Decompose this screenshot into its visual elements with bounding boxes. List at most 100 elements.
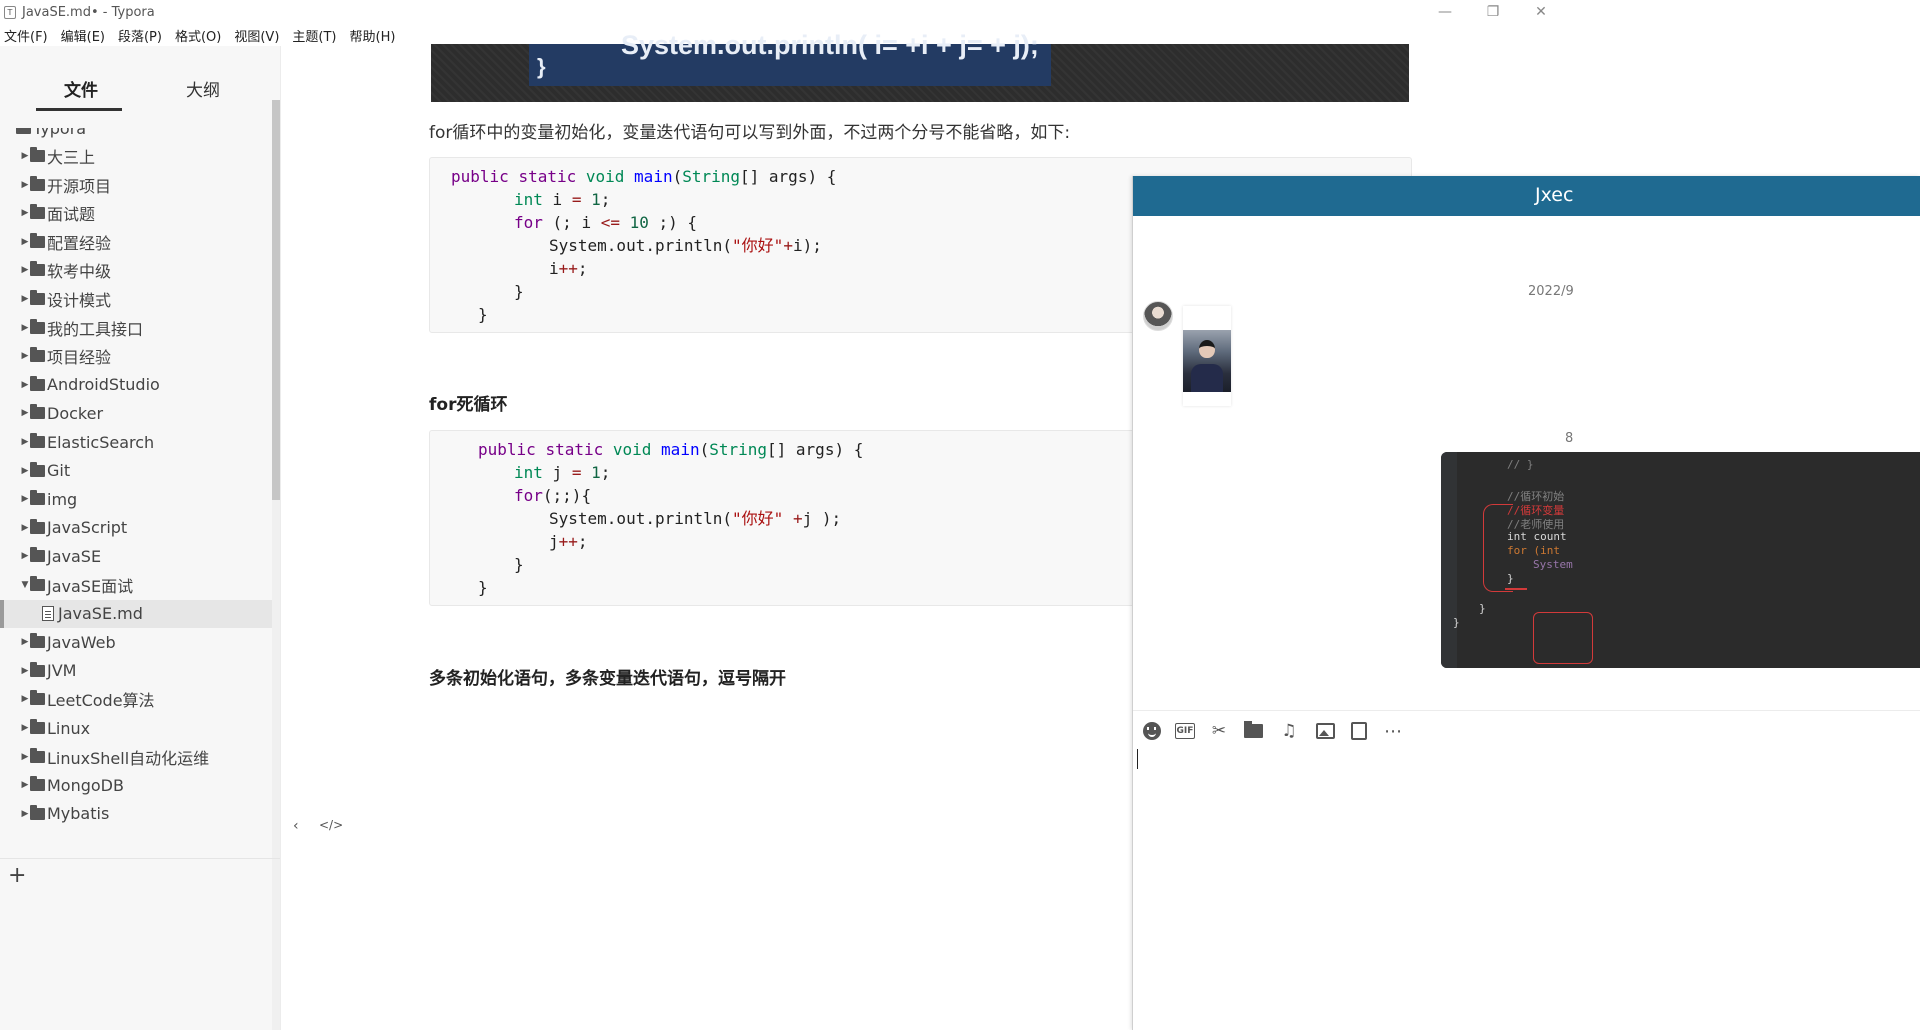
tree-folder-item[interactable]: ▶ Git (0, 457, 272, 485)
tree-folder-item[interactable]: ▶ Linux (0, 714, 272, 742)
tree-folder-item[interactable]: ▶ MongoDB (0, 771, 272, 799)
annotation-arrow (1505, 588, 1527, 590)
tree-folder-item[interactable]: ▶ 面试题 (0, 199, 272, 227)
tree-item-label: ElasticSearch (47, 432, 155, 452)
code-screenshot-line: } (1479, 602, 1486, 615)
menu-theme[interactable]: 主题(T) (292, 26, 336, 45)
video-icon[interactable] (1348, 720, 1370, 742)
tree-folder-item[interactable]: ▶ Mybatis (0, 800, 272, 828)
tree-folder-item[interactable]: ▶ LeetCode算法 (0, 685, 272, 713)
minimize-button[interactable]: — (1422, 0, 1468, 24)
tree-folder-item[interactable]: ▶ 开源项目 (0, 171, 272, 199)
folder-icon[interactable] (1242, 720, 1264, 742)
image-icon[interactable] (1314, 720, 1336, 742)
caret-right-icon[interactable]: ▶ (20, 694, 30, 704)
code-line: i++; (549, 259, 588, 278)
caret-right-icon[interactable]: ▶ (20, 523, 30, 533)
chevron-left-icon[interactable]: ‹ (293, 818, 299, 834)
code-screenshot-line: int count (1507, 530, 1567, 543)
code-line: public static void main(String[] args) { (478, 440, 864, 459)
caret-right-icon[interactable]: ▶ (20, 551, 30, 561)
restore-button[interactable]: ❐ (1470, 0, 1516, 24)
tree-folder-item[interactable]: ▶ 软考中级 (0, 256, 272, 284)
gif-icon[interactable]: GIF (1174, 720, 1196, 742)
folder-icon (30, 576, 45, 591)
tree-folder-item[interactable]: ▶ JavaSE (0, 542, 272, 570)
more-icon[interactable]: ⋯ (1382, 720, 1404, 742)
tree-folder-item[interactable]: ▶ 我的工具接口 (0, 314, 272, 342)
tree-folder-item[interactable]: ▶ AndroidStudio (0, 371, 272, 399)
caret-right-icon[interactable]: ▶ (20, 294, 30, 304)
folder-icon (30, 261, 45, 277)
folder-icon (16, 128, 31, 134)
menu-view[interactable]: 视图(V) (234, 26, 279, 45)
folder-icon (30, 375, 45, 391)
tree-root[interactable]: Typora (0, 128, 272, 142)
code-icon[interactable]: </> (319, 818, 343, 832)
tree-folder-item[interactable]: ▶ LinuxShell自动化运维 (0, 743, 272, 771)
tree-folder-item[interactable]: ▶ 配置经验 (0, 228, 272, 256)
banner-code-line-2: } (537, 54, 546, 79)
music-icon[interactable]: ♫ (1278, 720, 1300, 742)
menu-paragraph[interactable]: 段落(P) (118, 26, 162, 45)
code-line: } (478, 578, 488, 597)
tree-folder-item[interactable]: ▶ 大三上 (0, 142, 272, 170)
caret-down-icon[interactable]: ▼ (20, 580, 30, 590)
tab-files[interactable]: 文件 (64, 76, 98, 101)
tree-item-label: Docker (47, 403, 104, 423)
code-screenshot-message[interactable]: // } //循环初始 //循环变量 //老师使用 int count for … (1441, 452, 1920, 668)
menu-help[interactable]: 帮助(H) (350, 26, 396, 45)
folder-icon (30, 461, 45, 477)
tree-file-item[interactable]: JavaSE.md (0, 599, 272, 628)
menu-edit[interactable]: 编辑(E) (61, 26, 105, 45)
sidebar-scrollbar-thumb[interactable] (272, 100, 280, 500)
tree-item-label: MongoDB (47, 775, 124, 795)
emoji-icon[interactable] (1141, 720, 1163, 742)
tree-item-label: 配置经验 (47, 233, 112, 253)
tree-folder-item[interactable]: ▶ ElasticSearch (0, 428, 272, 456)
caret-right-icon[interactable]: ▶ (20, 323, 30, 333)
menu-file[interactable]: 文件(F) (4, 26, 48, 45)
tree-folder-item[interactable]: ▶ Docker (0, 399, 272, 427)
folder-icon (30, 747, 45, 763)
tree-folder-item[interactable]: ▼ JavaSE面试 (0, 571, 272, 599)
tree-folder-item[interactable]: ▶ JavaWeb (0, 628, 272, 656)
menu-format[interactable]: 格式(O) (175, 26, 221, 45)
tree-folder-item[interactable]: ▶ 设计模式 (0, 285, 272, 313)
folder-icon (30, 661, 45, 677)
tree-folder-item[interactable]: ▶ img (0, 485, 272, 513)
chat-header[interactable]: Jxec (1133, 176, 1920, 216)
caret-right-icon[interactable]: ▶ (20, 408, 30, 418)
scissors-icon[interactable]: ✂ (1208, 720, 1230, 742)
tree-item-label: Git (47, 461, 71, 481)
tab-outline[interactable]: 大纲 (186, 76, 220, 101)
menu-bar: 文件(F) 编辑(E) 段落(P) 格式(O) 视图(V) 主题(T) 帮助(H… (0, 24, 408, 46)
folder-icon (30, 804, 45, 820)
caret-right-icon[interactable]: ▶ (20, 494, 30, 504)
caret-right-icon[interactable]: ▶ (20, 437, 30, 447)
caret-right-icon[interactable]: ▶ (20, 151, 30, 161)
close-button[interactable]: ✕ (1518, 0, 1564, 24)
caret-right-icon[interactable]: ▶ (20, 637, 30, 647)
caret-right-icon[interactable]: ▶ (20, 180, 30, 190)
caret-right-icon[interactable]: ▶ (20, 666, 30, 676)
caret-right-icon[interactable]: ▶ (20, 780, 30, 790)
tree-folder-item[interactable]: ▶ 项目经验 (0, 342, 272, 370)
caret-right-icon[interactable]: ▶ (20, 723, 30, 733)
tree-folder-item[interactable]: ▶ JVM (0, 657, 272, 685)
caret-right-icon[interactable]: ▶ (20, 237, 30, 247)
chat-input-cursor[interactable] (1137, 749, 1138, 769)
tree-item-label: JavaScript (47, 518, 128, 538)
caret-right-icon[interactable]: ▶ (20, 380, 30, 390)
avatar[interactable] (1143, 301, 1173, 331)
caret-right-icon[interactable]: ▶ (20, 265, 30, 275)
caret-right-icon[interactable]: ▶ (20, 351, 30, 361)
caret-right-icon[interactable]: ▶ (20, 466, 30, 476)
tree-folder-item[interactable]: ▶ JavaScript (0, 514, 272, 542)
caret-right-icon[interactable]: ▶ (20, 809, 30, 819)
code-line: int j = 1; (514, 463, 611, 482)
image-message[interactable] (1183, 306, 1231, 406)
caret-right-icon[interactable]: ▶ (20, 208, 30, 218)
caret-right-icon[interactable]: ▶ (20, 752, 30, 762)
add-file-button[interactable]: + (8, 865, 26, 887)
